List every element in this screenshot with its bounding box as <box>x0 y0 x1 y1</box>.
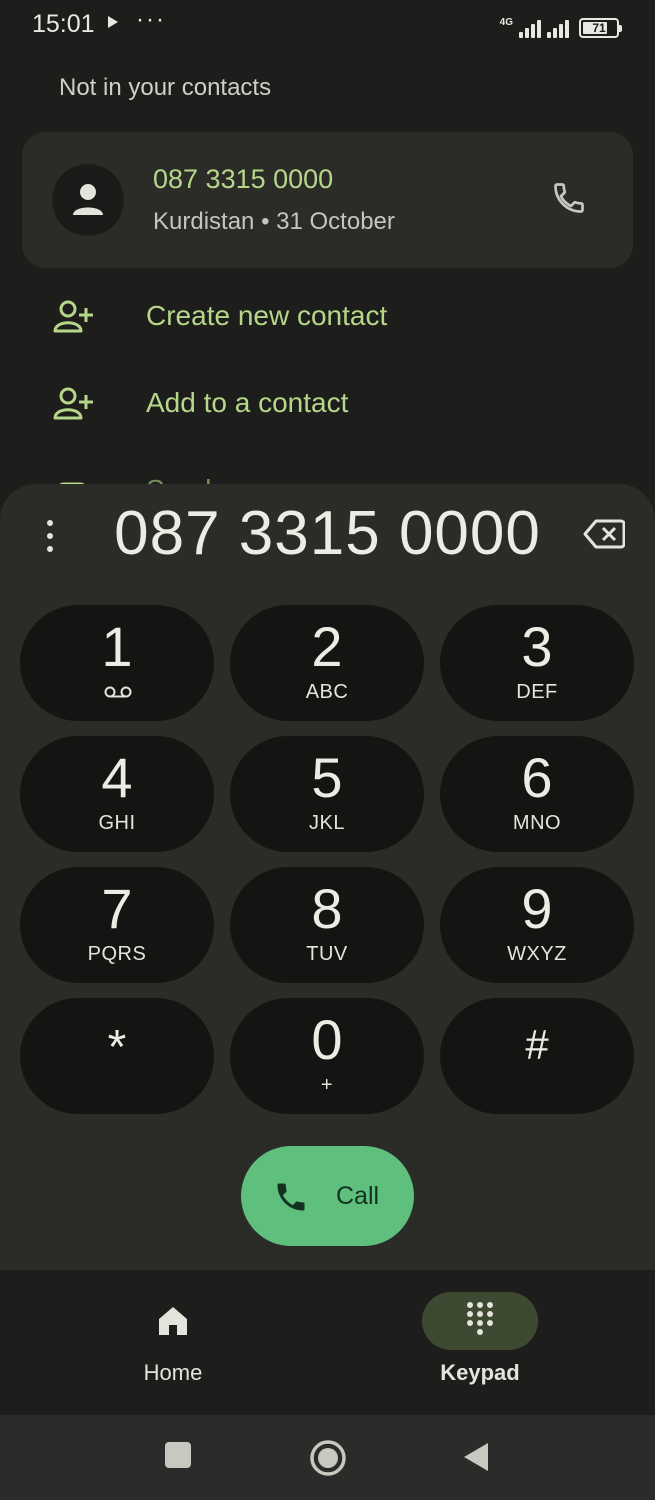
key-digit: 9 <box>521 877 553 940</box>
phone-icon <box>273 1179 309 1220</box>
action-label: Add to a contact <box>146 387 349 418</box>
key-letters: JKL <box>309 812 345 834</box>
key-6[interactable]: 6 MNO <box>440 736 634 852</box>
bottom-navigation: Home Keypad <box>0 1270 655 1415</box>
key-4[interactable]: 4 GHI <box>20 736 214 852</box>
recent-details: Kurdistan • 31 October <box>153 208 395 236</box>
key-digit: 3 <box>521 615 553 678</box>
more-notifications-icon: ··· <box>136 6 166 33</box>
signal-icon-2 <box>547 20 569 38</box>
key-5[interactable]: 5 JKL <box>230 736 424 852</box>
key-letters: DEF <box>516 681 558 703</box>
key-digit: 6 <box>521 746 553 809</box>
key-digit: 4 <box>101 746 133 809</box>
add-person-icon <box>52 300 94 339</box>
key-digit: 2 <box>311 615 343 678</box>
nav-pill <box>115 1292 231 1350</box>
key-digit: 8 <box>311 877 343 940</box>
section-title: Not in your contacts <box>59 74 272 101</box>
dialed-number[interactable]: 087 3315 0000 <box>0 498 655 569</box>
key-letters: ABC <box>305 681 349 703</box>
key-digit: 5 <box>311 746 343 809</box>
nav-keypad[interactable]: Keypad <box>380 1292 580 1392</box>
key-8[interactable]: 8 TUV <box>230 867 424 983</box>
recent-number-card[interactable]: 087 3315 0000 Kurdistan • 31 October <box>22 132 633 268</box>
signal-icon <box>519 20 541 38</box>
create-new-contact-action[interactable]: Create new contact <box>0 286 655 346</box>
key-letters: GHI <box>98 812 136 834</box>
key-star[interactable]: * <box>20 998 214 1114</box>
status-bar: 15:01 ··· 4G 71 <box>0 0 655 50</box>
action-label: Create new contact <box>146 300 388 331</box>
recent-date: 31 October <box>276 208 395 235</box>
key-hash[interactable]: # <box>440 998 634 1114</box>
key-0[interactable]: 0 + <box>230 998 424 1114</box>
media-play-icon <box>108 16 118 28</box>
key-digit: * <box>107 1021 127 1074</box>
key-letters: TUV <box>306 943 348 965</box>
recent-location: Kurdistan <box>153 208 255 235</box>
add-person-icon <box>52 387 94 426</box>
nav-label: Home <box>143 1360 203 1385</box>
phone-icon[interactable] <box>551 180 587 221</box>
status-indicators: 4G 71 <box>499 12 622 38</box>
key-1[interactable]: 1 <box>20 605 214 721</box>
key-letters: WXYZ <box>507 943 567 965</box>
recent-number: 087 3315 0000 <box>153 164 334 194</box>
nav-label: Keypad <box>440 1360 520 1385</box>
key-digit: # <box>525 1021 549 1068</box>
key-2[interactable]: 2 ABC <box>230 605 424 721</box>
dialpad-icon <box>467 1302 493 1335</box>
key-7[interactable]: 7 PQRS <box>20 867 214 983</box>
add-to-contact-action[interactable]: Add to a contact <box>0 373 655 433</box>
home-icon <box>159 1307 187 1335</box>
key-letters: MNO <box>512 812 562 834</box>
key-letters: + <box>320 1074 334 1096</box>
nav-home[interactable]: Home <box>73 1292 273 1392</box>
key-digit: 7 <box>101 877 133 940</box>
network-type: 4G <box>499 17 513 28</box>
key-digit: 0 <box>311 1008 343 1071</box>
call-label: Call <box>336 1182 380 1210</box>
dialpad-sheet: 087 3315 0000 1 2 ABC 3 DEF 4 GHI 5 JKL <box>0 484 655 1274</box>
voicemail-icon <box>104 685 132 703</box>
key-9[interactable]: 9 WXYZ <box>440 867 634 983</box>
system-navigation-bar <box>0 1415 655 1500</box>
call-button[interactable]: Call <box>241 1146 414 1246</box>
key-letters: PQRS <box>87 943 147 965</box>
separator: • <box>261 208 270 235</box>
battery-icon: 71 <box>579 18 622 38</box>
nav-pill-active <box>422 1292 538 1350</box>
recents-icon[interactable] <box>164 1441 192 1474</box>
back-icon[interactable] <box>462 1441 490 1478</box>
battery-level: 71 <box>592 21 606 35</box>
person-icon <box>73 184 103 215</box>
status-time: 15:01 <box>32 10 95 38</box>
key-digit: 1 <box>101 615 133 678</box>
backspace-icon[interactable] <box>583 518 626 555</box>
home-button-icon[interactable] <box>309 1439 347 1482</box>
key-3[interactable]: 3 DEF <box>440 605 634 721</box>
avatar <box>52 164 124 236</box>
